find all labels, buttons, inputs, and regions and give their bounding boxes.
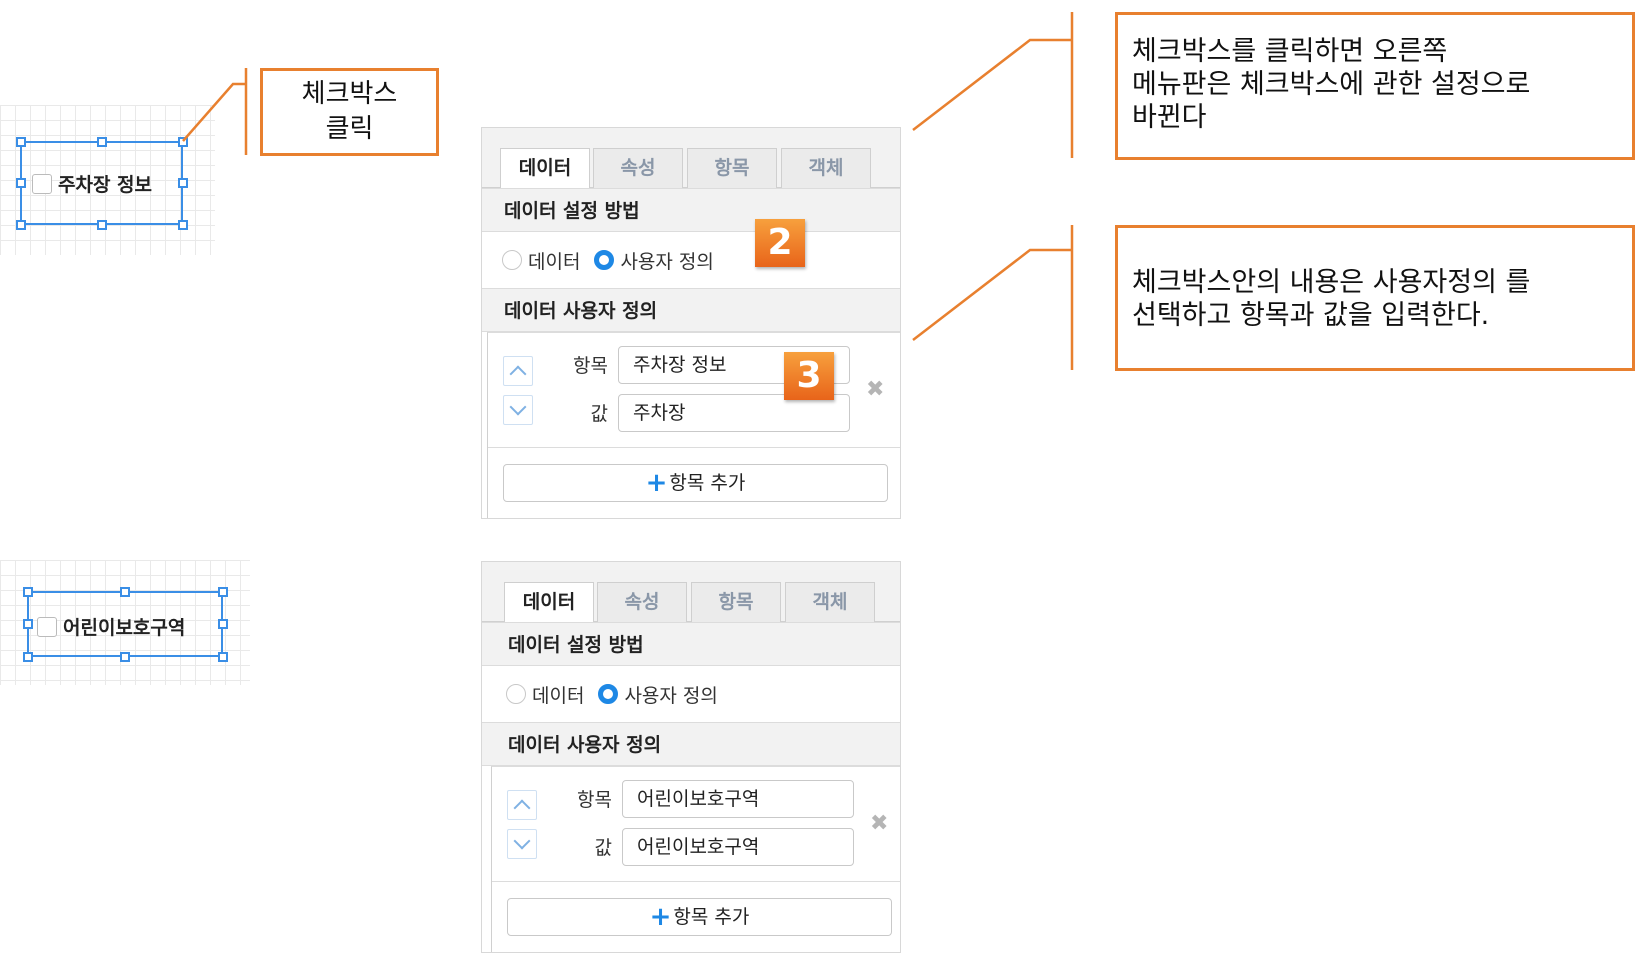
connector-line [912, 38, 1072, 131]
radio-data-label: 데이터 [528, 250, 581, 273]
move-up-button[interactable] [503, 356, 533, 386]
chevron-down-icon [513, 832, 531, 850]
divider [492, 881, 900, 882]
add-item-button[interactable]: + 항목 추가 [503, 464, 888, 502]
tab-data[interactable]: 데이터 [504, 582, 594, 623]
section-heading-custom-definition: 데이터 사용자 정의 [482, 722, 900, 766]
data-method-radio-group: 데이터 사용자 정의 [506, 666, 732, 722]
section-heading-custom-definition: 데이터 사용자 정의 [482, 288, 900, 332]
value-field-label: 값 [594, 837, 612, 859]
tab-items[interactable]: 항목 [691, 582, 781, 622]
panel-tab-bar: 데이터 속성 항목 객체 [482, 562, 900, 623]
value-input[interactable]: 어린이보호구역 [622, 828, 854, 866]
panel-tab-bar: 데이터 속성 항목 객체 [482, 128, 900, 189]
add-item-button[interactable]: + 항목 추가 [507, 898, 892, 936]
move-up-button[interactable] [507, 790, 537, 820]
custom-items-box: 항목 어린이보호구역 값 어린이보호구역 ✖ + 항목 추가 [491, 766, 900, 952]
tab-items[interactable]: 항목 [687, 148, 777, 188]
value-field-label: 값 [590, 403, 608, 425]
radio-data[interactable] [502, 250, 522, 270]
add-item-label: 항목 추가 [673, 906, 750, 928]
tab-data[interactable]: 데이터 [500, 148, 590, 189]
plus-icon: + [649, 902, 672, 932]
move-down-button[interactable] [503, 395, 533, 425]
close-icon[interactable]: ✖ [870, 811, 888, 836]
callout-click-checkbox: 체크박스 클릭 [260, 68, 439, 156]
move-down-button[interactable] [507, 829, 537, 859]
step-badge-2: 2 [755, 219, 805, 267]
item-input[interactable]: 어린이보호구역 [622, 780, 854, 818]
chevron-up-icon [509, 365, 527, 383]
property-panel: 데이터 속성 항목 객체 데이터 설정 방법 데이터 사용자 정의 데이터 사용… [481, 127, 901, 519]
radio-custom-label: 사용자 정의 [624, 684, 718, 707]
callout-menu-changes: 체크박스를 클릭하면 오른쪽 메뉴판은 체크박스에 관한 설정으로 바뀐다 [1115, 12, 1635, 160]
item-field-label: 항목 [577, 789, 612, 811]
step-badge-3: 3 [784, 352, 834, 400]
close-icon[interactable]: ✖ [866, 377, 884, 402]
tab-properties[interactable]: 속성 [597, 582, 687, 622]
tab-properties[interactable]: 속성 [593, 148, 683, 188]
radio-custom-label: 사용자 정의 [620, 250, 714, 273]
chevron-down-icon [509, 398, 527, 416]
divider [488, 447, 900, 448]
data-method-radio-group: 데이터 사용자 정의 [502, 232, 728, 288]
custom-items-box: 항목 주차장 정보 값 주차장 ✖ + 항목 추가 [487, 332, 900, 518]
connector-line [182, 82, 246, 142]
add-item-label: 항목 추가 [669, 472, 746, 494]
radio-custom[interactable] [594, 250, 615, 270]
property-panel: 데이터 속성 항목 객체 데이터 설정 방법 데이터 사용자 정의 데이터 사용… [481, 561, 901, 953]
section-heading-setting-method: 데이터 설정 방법 [482, 188, 900, 232]
callout-enter-content: 체크박스안의 내용은 사용자정의 를 선택하고 항목과 값을 입력한다. [1115, 225, 1635, 371]
tab-objects[interactable]: 객체 [781, 148, 871, 188]
chevron-up-icon [513, 799, 531, 817]
radio-data[interactable] [506, 684, 526, 704]
connector-line [912, 248, 1072, 341]
radio-custom[interactable] [598, 684, 619, 704]
radio-data-label: 데이터 [532, 684, 585, 707]
item-field-label: 항목 [573, 355, 608, 377]
section-heading-setting-method: 데이터 설정 방법 [482, 622, 900, 666]
tab-objects[interactable]: 객체 [785, 582, 875, 622]
plus-icon: + [645, 468, 668, 498]
